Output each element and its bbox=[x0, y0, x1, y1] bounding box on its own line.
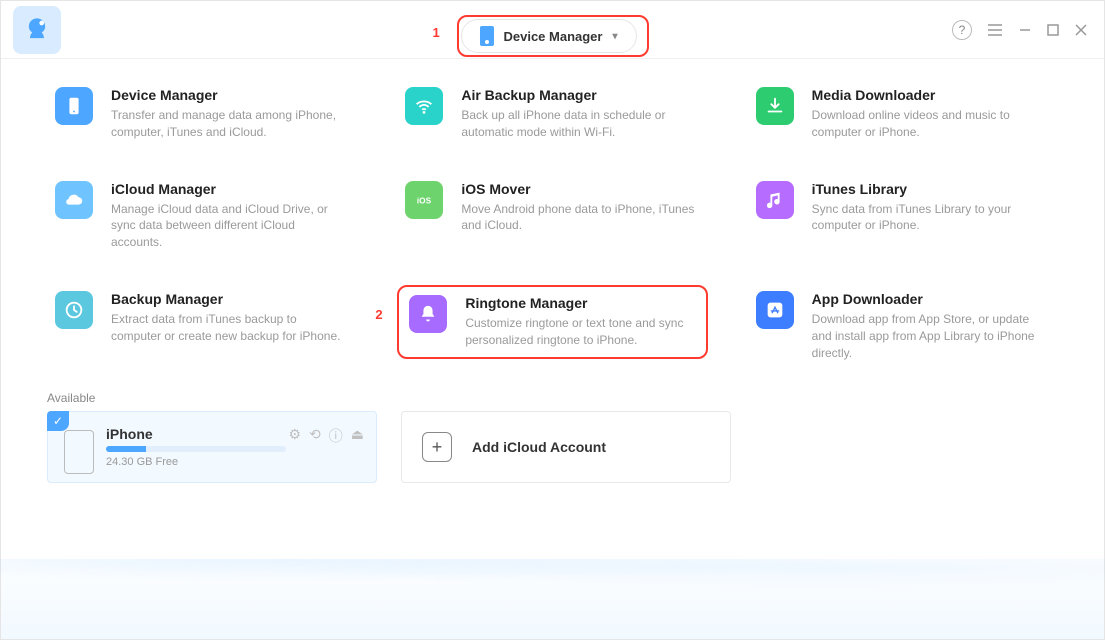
help-icon[interactable]: ? bbox=[952, 20, 972, 40]
mode-selector[interactable]: Device Manager ▾ bbox=[460, 19, 636, 53]
feature-desc: Customize ringtone or text tone and sync… bbox=[465, 315, 695, 349]
feature-card-appstore[interactable]: App Downloader Download app from App Stor… bbox=[748, 285, 1058, 367]
close-icon[interactable] bbox=[1074, 23, 1088, 37]
feature-desc: Download online videos and music to comp… bbox=[812, 107, 1050, 141]
feature-title: iTunes Library bbox=[812, 181, 1050, 197]
feature-card-cloud[interactable]: iCloud Manager Manage iCloud data and iCl… bbox=[47, 175, 357, 257]
ios-icon: iOS bbox=[405, 181, 443, 219]
feature-desc: Back up all iPhone data in schedule or a… bbox=[461, 107, 699, 141]
feature-title: iCloud Manager bbox=[111, 181, 349, 197]
feature-title: App Downloader bbox=[812, 291, 1050, 307]
feature-desc: Manage iCloud data and iCloud Drive, or … bbox=[111, 201, 349, 251]
window-controls: ? bbox=[952, 20, 1088, 40]
device-icon bbox=[64, 430, 94, 474]
callout-two-number: 2 bbox=[375, 307, 382, 322]
feature-desc: Transfer and manage data among iPhone, c… bbox=[111, 107, 349, 141]
feature-card-wifi[interactable]: Air Backup Manager Back up all iPhone dat… bbox=[397, 81, 707, 147]
feature-card-clock[interactable]: Backup Manager Extract data from iTunes b… bbox=[47, 285, 357, 351]
feature-desc: Move Android phone data to iPhone, iTune… bbox=[461, 201, 699, 235]
refresh-icon[interactable]: ⟲ bbox=[309, 426, 321, 446]
available-label: Available bbox=[47, 391, 1058, 405]
add-icloud-label: Add iCloud Account bbox=[472, 439, 606, 455]
feature-title: Ringtone Manager bbox=[465, 295, 695, 311]
feature-title: Media Downloader bbox=[812, 87, 1050, 103]
feature-desc: Download app from App Store, or update a… bbox=[812, 311, 1050, 361]
app-logo bbox=[13, 6, 61, 54]
decorative-wave bbox=[1, 549, 1104, 639]
phone-icon bbox=[479, 26, 493, 46]
mode-label: Device Manager bbox=[503, 29, 602, 44]
check-icon: ✓ bbox=[47, 411, 69, 431]
feature-title: Air Backup Manager bbox=[461, 87, 699, 103]
feature-card-bell[interactable]: Ringtone Manager Customize ringtone or te… bbox=[397, 285, 707, 359]
storage-free: 24.30 GB Free bbox=[106, 456, 362, 468]
feature-desc: Sync data from iTunes Library to your co… bbox=[812, 201, 1050, 235]
add-icloud-card[interactable]: + Add iCloud Account bbox=[401, 411, 731, 483]
eject-icon[interactable]: ⏏ bbox=[351, 426, 364, 446]
feature-desc: Extract data from iTunes backup to compu… bbox=[111, 311, 349, 345]
cloud-icon bbox=[55, 181, 93, 219]
feature-card-ios[interactable]: iOS iOS Mover Move Android phone data to i… bbox=[397, 175, 707, 241]
callout-one-box: 1 Device Manager ▾ bbox=[456, 15, 648, 57]
minimize-icon[interactable] bbox=[1018, 23, 1032, 37]
plus-icon: + bbox=[422, 432, 452, 462]
storage-bar bbox=[106, 446, 286, 452]
feature-title: Device Manager bbox=[111, 87, 349, 103]
device-card[interactable]: ✓ iPhone 24.30 GB Free ⚙ ⟲ ⓘ ⏏ bbox=[47, 411, 377, 483]
feature-title: iOS Mover bbox=[461, 181, 699, 197]
music-icon bbox=[756, 181, 794, 219]
svg-text:iOS: iOS bbox=[417, 196, 432, 205]
feature-card-phone[interactable]: Device Manager Transfer and manage data a… bbox=[47, 81, 357, 147]
phone-icon bbox=[55, 87, 93, 125]
maximize-icon[interactable] bbox=[1046, 23, 1060, 37]
chevron-down-icon: ▾ bbox=[612, 31, 617, 42]
feature-card-music[interactable]: iTunes Library Sync data from iTunes Libr… bbox=[748, 175, 1058, 241]
menu-icon[interactable] bbox=[986, 21, 1004, 39]
clock-icon bbox=[55, 291, 93, 329]
feature-title: Backup Manager bbox=[111, 291, 349, 307]
feature-card-download[interactable]: Media Downloader Download online videos a… bbox=[748, 81, 1058, 147]
wifi-icon bbox=[405, 87, 443, 125]
appstore-icon bbox=[756, 291, 794, 329]
bell-icon bbox=[409, 295, 447, 333]
gear-icon[interactable]: ⚙ bbox=[288, 426, 301, 446]
callout-one-number: 1 bbox=[432, 25, 450, 43]
download-icon bbox=[756, 87, 794, 125]
info-icon[interactable]: ⓘ bbox=[329, 426, 343, 446]
